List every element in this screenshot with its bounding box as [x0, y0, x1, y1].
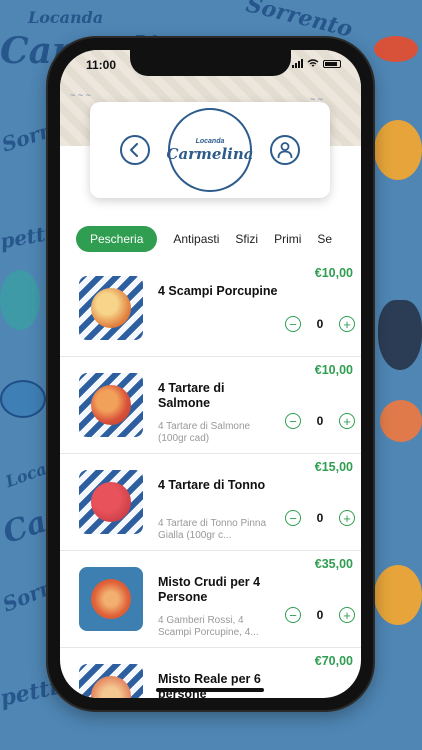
product-image	[79, 276, 143, 340]
product-description: 4 Tartare di Salmone (100gr cad)	[158, 421, 251, 444]
product-name: 4 Tartare di Tonno	[158, 478, 266, 492]
quantity-value: 0	[316, 414, 324, 428]
list-item[interactable]: Misto Crudi per 4 Persone 4 Gamberi Ross…	[60, 551, 361, 648]
minus-icon[interactable]: −	[285, 413, 301, 429]
logo-big-text: Carmelina	[166, 144, 254, 163]
minus-icon[interactable]: −	[285, 607, 301, 623]
category-tabs: Pescheria Antipasti Sfizi Primi Se	[76, 226, 332, 252]
product-list: 4 Scampi Porcupine €10,00 − 0 + 4 Tartar…	[60, 260, 361, 698]
shrimp-illustration	[374, 36, 418, 62]
product-name: 4 Tartare di Salmone	[158, 381, 225, 410]
list-item[interactable]: 4 Scampi Porcupine €10,00 − 0 +	[60, 260, 361, 357]
pizza-illustration	[380, 400, 422, 442]
bg-text: Sorrento	[243, 0, 356, 43]
product-description: 4 Gamberi Rossi, 4 Scampi Porcupine, 4..…	[158, 615, 259, 638]
plus-icon[interactable]: +	[339, 316, 355, 332]
fish-illustration	[0, 380, 46, 418]
status-time: 11:00	[86, 58, 117, 72]
bg-text: petti	[0, 220, 55, 254]
product-name: 4 Scampi Porcupine	[158, 284, 278, 298]
quantity-value: 0	[316, 317, 324, 331]
octopus-illustration	[374, 120, 422, 180]
quantity-stepper: − 0 +	[285, 607, 355, 623]
phone-frame: 11:00 ~ ~ ~ ~ ~ Locanda Carmelina Pesche…	[48, 38, 373, 710]
tab-pescheria[interactable]: Pescheria	[76, 226, 158, 252]
product-image	[79, 470, 143, 534]
product-name: Misto Crudi per 4 Persone	[158, 575, 261, 604]
header-card: Locanda Carmelina	[90, 102, 330, 198]
minus-icon[interactable]: −	[285, 510, 301, 526]
product-name: Misto Reale per 6 persone	[158, 672, 261, 698]
user-icon	[277, 142, 293, 159]
quantity-value: 0	[316, 511, 324, 525]
back-button[interactable]	[120, 135, 150, 165]
fish-illustration	[0, 270, 40, 330]
restaurant-logo: Locanda Carmelina	[166, 108, 254, 192]
product-description: 4 Tartare di Tonno Pinna Gialla (100gr c…	[158, 518, 267, 541]
battery-icon	[323, 59, 341, 68]
home-indicator[interactable]	[156, 688, 264, 692]
quantity-stepper: − 0 +	[285, 510, 355, 526]
product-price: €70,00	[314, 654, 353, 668]
plus-icon[interactable]: +	[339, 607, 355, 623]
octopus-illustration	[374, 565, 422, 625]
product-price: €15,00	[314, 460, 353, 474]
signal-icon	[292, 59, 303, 68]
list-item[interactable]: 4 Tartare di Tonno 4 Tartare di Tonno Pi…	[60, 454, 361, 551]
quantity-stepper: − 0 +	[285, 413, 355, 429]
product-price: €35,00	[314, 557, 353, 571]
tab-primi[interactable]: Primi	[274, 226, 301, 252]
tab-antipasti[interactable]: Antipasti	[173, 226, 219, 252]
plus-icon[interactable]: +	[339, 510, 355, 526]
list-item[interactable]: 4 Tartare di Salmone 4 Tartare di Salmon…	[60, 357, 361, 454]
back-icon	[130, 143, 138, 157]
quantity-stepper: − 0 +	[285, 316, 355, 332]
bg-text: Locanda	[28, 8, 104, 27]
logo-small-text: Locanda	[195, 137, 225, 145]
profile-button[interactable]	[270, 135, 300, 165]
product-price: €10,00	[314, 266, 353, 280]
tab-secondi[interactable]: Se	[317, 226, 332, 252]
tab-sfizi[interactable]: Sfizi	[235, 226, 258, 252]
mussel-illustration	[378, 300, 422, 370]
notch	[130, 50, 291, 76]
app-screen: 11:00 ~ ~ ~ ~ ~ Locanda Carmelina Pesche…	[60, 50, 361, 698]
minus-icon[interactable]: −	[285, 316, 301, 332]
wifi-icon	[307, 59, 319, 67]
quantity-value: 0	[316, 608, 324, 622]
product-image	[79, 567, 143, 631]
product-image	[79, 373, 143, 437]
plus-icon[interactable]: +	[339, 413, 355, 429]
product-image	[79, 664, 143, 698]
product-price: €10,00	[314, 363, 353, 377]
status-icons	[292, 59, 341, 68]
